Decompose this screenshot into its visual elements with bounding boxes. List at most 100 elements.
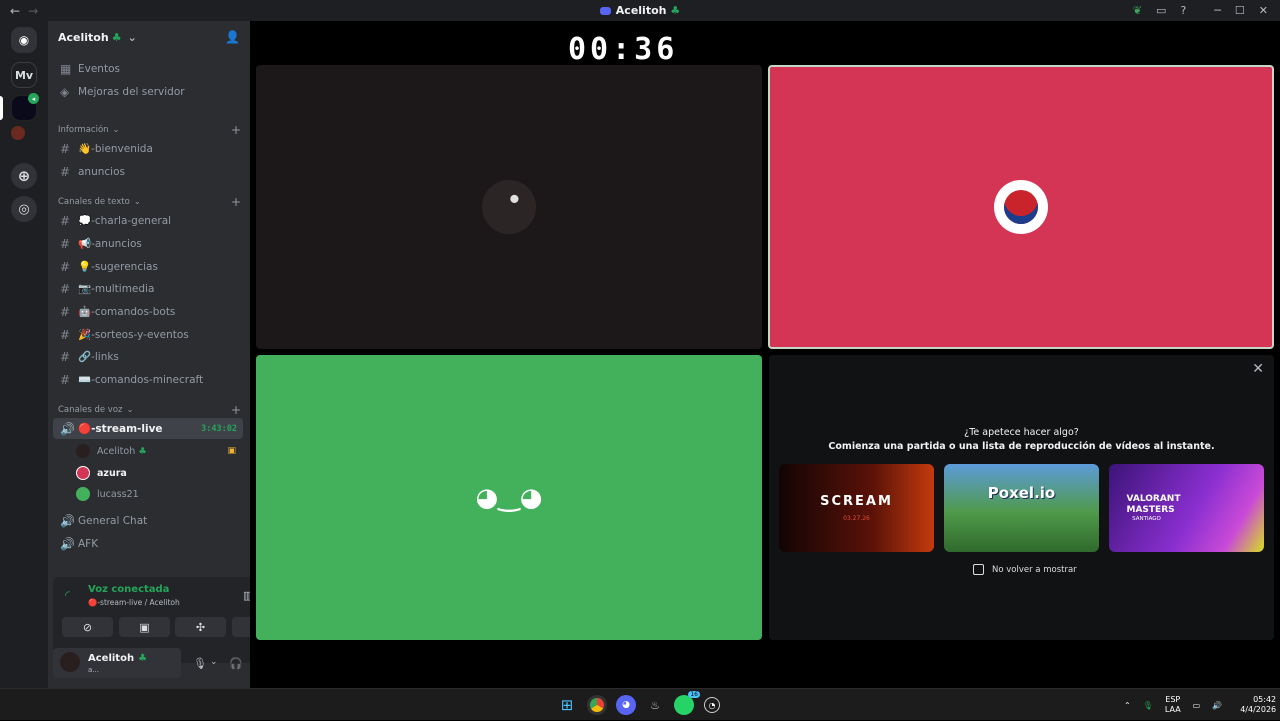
channel-links[interactable]: # 🔗-links [53,346,243,367]
events-item[interactable]: ▦ Eventos [53,58,243,79]
user-panel-profile[interactable]: Acelitoh ♣ a... [53,648,181,678]
channel-sorteos[interactable]: # 🎉-sorteos-y-eventos [53,324,243,345]
discord-logo-icon: ◕‿◕ [475,482,543,513]
channel-bienvenida[interactable]: # 👋-bienvenida [53,138,243,159]
category-text-label: Canales de texto [58,197,130,207]
discover-icon[interactable]: ◎ [11,196,37,222]
channel-anuncios-info[interactable]: # anuncios [53,161,243,182]
minimize-button[interactable]: ─ [1214,4,1221,17]
channel-label: 💡-sugerencias [78,261,158,273]
add-channel-icon[interactable]: + [231,123,241,137]
volume-icon[interactable]: 🔊 [1212,701,1222,710]
activity-card-valorant[interactable]: VALORANT MASTERS SANTIAGO [1109,464,1264,552]
server-header[interactable]: Acelitoh ♣ ⌄ 👤 [48,21,250,53]
voice-user-azura[interactable]: azura [76,463,242,483]
maximize-button[interactable]: ☐ [1235,4,1245,17]
voice-channel-afk[interactable]: 🔊 AFK [53,533,243,554]
card-title: Poxel.io [987,484,1056,502]
discord-home-icon[interactable]: ◉ [11,27,37,53]
help-icon[interactable]: ? [1180,4,1186,17]
speaker-icon: 🔊 [60,536,75,551]
channel-label: 📷-multimedia [78,283,155,295]
category-info-label: Información [58,125,109,135]
channel-comandos-minecraft[interactable]: # ⌨️-comandos-minecraft [53,369,243,390]
boost-label: Mejoras del servidor [78,85,185,98]
activities-button[interactable]: ✣ [175,617,226,637]
category-info[interactable]: Información ⌄ + [58,123,243,137]
hash-icon: # [60,213,71,228]
dont-show-again-checkbox[interactable]: No volver a mostrar [973,564,1077,575]
steam-icon[interactable]: ♨ [645,695,665,715]
video-tile-azura[interactable] [768,65,1274,349]
voice-status[interactable]: Voz conectada [88,584,169,595]
checkbox-box[interactable] [973,564,984,575]
channel-label: 👋-bienvenida [78,143,153,155]
activity-card-poxel[interactable]: Poxel.io [944,464,1099,552]
network-icon[interactable]: ▭ [1193,701,1201,710]
channel-anuncios[interactable]: # 📢-anuncios [53,233,243,254]
clock-date: 4/4/2026 [1240,705,1277,714]
back-arrow-icon[interactable]: ← [10,4,20,18]
hash-icon: # [60,236,71,251]
inbox-icon[interactable]: ▭ [1156,4,1166,17]
lang-code: ESP [1165,695,1181,705]
avatar [76,487,90,501]
clock[interactable]: 05:42 4/4/2026 [1240,695,1276,716]
channel-label: 📢-anuncios [78,238,142,250]
channel-multimedia[interactable]: # 📷-multimedia [53,278,243,299]
hash-icon: # [60,141,71,156]
guild-other[interactable] [11,126,25,140]
microphone-tray-icon[interactable]: 🎙 [1143,701,1153,710]
add-channel-icon[interactable]: + [231,403,241,417]
voice-user-acelitoh[interactable]: Acelitoh ♣ ▣ [76,441,242,461]
channel-charla-general[interactable]: # 💭-charla-general [53,210,243,231]
channel-sugerencias[interactable]: # 💡-sugerencias [53,256,243,277]
voice-status-sub[interactable]: 🔴-stream-live / Acelitoh [88,598,180,607]
whatsapp-icon[interactable]: 16 [674,691,700,715]
video-tile-lucass21[interactable]: ◕‿◕ [256,355,762,640]
category-voice-label: Canales de voz [58,405,123,415]
hash-icon: # [60,372,71,387]
channel-label: 💭-charla-general [78,215,172,227]
voice-channel-general-chat[interactable]: 🔊 General Chat [53,510,243,531]
guild-rail: ◉ Mv ◂ ⊕ ◎ [0,21,48,688]
stream-badge-icon: ▣ [227,446,236,456]
add-channel-icon[interactable]: + [231,195,241,209]
chrome-icon[interactable] [587,695,607,715]
video-tile-acelitoh[interactable] [256,65,762,349]
voice-user-lucass21[interactable]: lucass21 [76,484,242,504]
voice-user-name: lucass21 [97,488,139,500]
camera-button[interactable]: ⊘ [62,617,113,637]
clover-icon: ♣ [111,30,122,44]
chevron-down-icon[interactable]: ⌄ [210,657,218,667]
boost-icon: ◈ [60,84,70,99]
activity-card-scream[interactable]: SCREAM 03.27.26 [779,464,934,552]
language-indicator[interactable]: ESP LAA [1165,695,1181,714]
taskbar: ⊞ ◕ ♨ 16 ◔ ⌃ 🎙 ESP LAA ▭ 🔊 05:42 4/4/202… [0,688,1280,720]
voice-channel-stream-live[interactable]: 🔊 🔴-stream-live 3:43:02 [53,418,243,439]
calendar-icon: ▦ [60,61,72,76]
voice-timer: 3:43:02 [201,423,237,434]
close-window-button[interactable]: ✕ [1259,4,1268,17]
microphone-icon[interactable]: 🎙 [193,657,207,670]
add-server-icon[interactable]: ⊕ [11,163,37,189]
category-voice[interactable]: Canales de voz ⌄ + [58,403,243,417]
forward-arrow-icon[interactable]: → [28,4,38,18]
chevron-up-icon[interactable]: ⌃ [1124,701,1131,710]
leaf-icon[interactable]: ❦ [1133,4,1142,17]
headphones-icon[interactable]: 🎧 [229,657,243,670]
invite-people-icon[interactable]: 👤 [225,30,240,44]
channel-comandos-bots[interactable]: # 🤖-comandos-bots [53,301,243,322]
activity-suggestion-panel: ✕ ¿Te apetece hacer algo? Comienza una p… [769,355,1274,640]
close-icon[interactable]: ✕ [1252,361,1264,377]
discord-taskbar-icon[interactable]: ◕ [616,695,636,715]
guild-mv[interactable]: Mv [11,62,37,88]
spiderman-avatar-icon [1004,190,1038,224]
app-icon[interactable]: ◔ [704,697,720,713]
boost-item[interactable]: ◈ Mejoras del servidor [53,81,243,102]
user-panel-status: a... [88,666,99,674]
screen-share-button[interactable]: ▣ [119,617,170,637]
category-text[interactable]: Canales de texto ⌄ + [58,195,243,209]
guild-acelitoh[interactable]: ◂ [11,93,39,121]
windows-start-icon[interactable]: ⊞ [557,695,577,715]
